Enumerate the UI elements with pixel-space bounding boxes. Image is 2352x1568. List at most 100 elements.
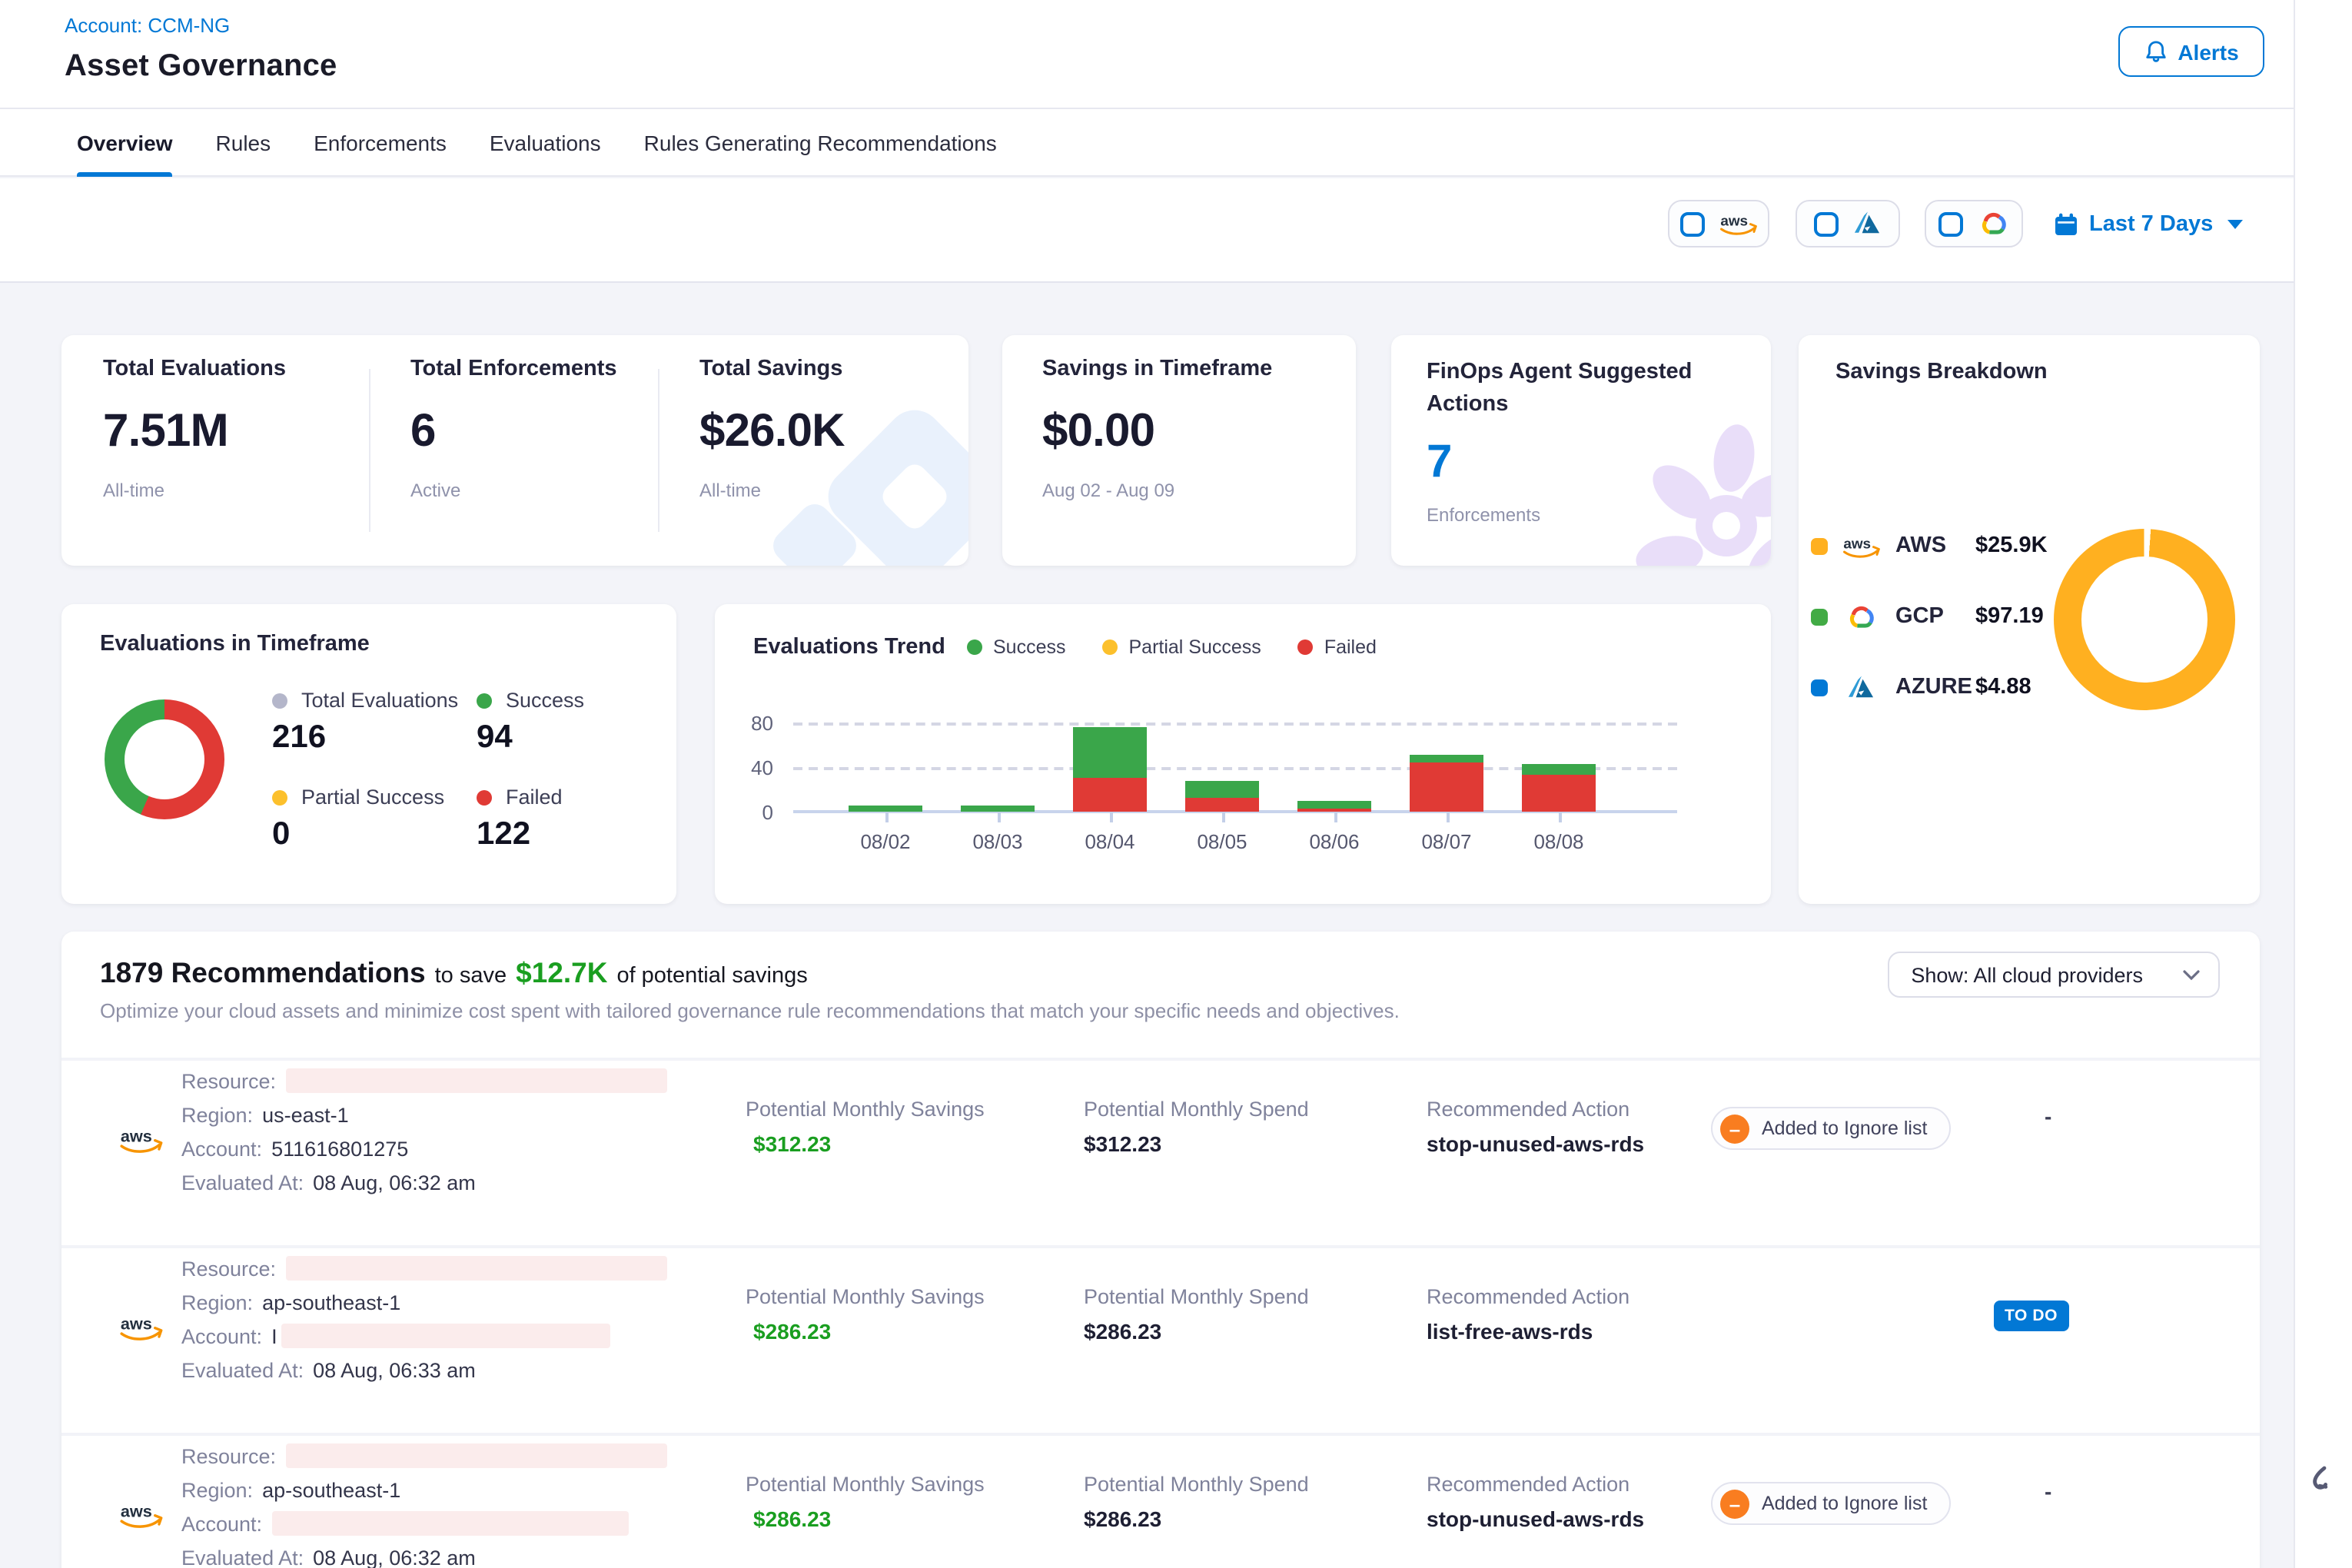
aws-logo-icon: aws — [1835, 533, 1886, 559]
x-axis-label-08/08: 08/08 — [1505, 830, 1613, 853]
y-axis-tick-80: 80 — [727, 712, 773, 735]
total-evaluations-value: 7.51M — [103, 406, 286, 458]
evaluations-trend-title: Evaluations Trend — [753, 635, 945, 659]
recommendations-count: 1879 Recommendations — [100, 956, 426, 990]
savings-breakdown-legend: awsAWS$25.9KGCP$97.19AZURE$4.88 — [1811, 526, 2048, 707]
chevron-down-icon — [2227, 219, 2242, 228]
y-axis-tick-0: 0 — [727, 801, 773, 824]
bar-segment-failed — [1410, 762, 1483, 812]
calendar-icon — [2054, 211, 2078, 236]
legend-swatch — [1811, 608, 1828, 625]
total-evaluations-caption: All-time — [103, 480, 286, 501]
aws-logo-icon: aws — [118, 1125, 164, 1162]
tab-rules-generating-recommendations[interactable]: Rules Generating Recommendations — [644, 108, 997, 176]
alerts-button-label: Alerts — [2178, 39, 2238, 64]
potential-monthly-savings: Potential Monthly Savings $312.23 — [746, 1098, 985, 1156]
resource-details: Resource: Region:ap-southeast-1 Account:… — [181, 1251, 666, 1387]
recommendation-row[interactable]: aws Resource: Region:ap-southeast-1 Acco… — [61, 1433, 2260, 1568]
svg-text:aws: aws — [121, 1502, 152, 1521]
alerts-button[interactable]: Alerts — [2118, 26, 2264, 77]
legend-label: Partial Success — [1129, 636, 1261, 658]
azure-checkbox[interactable] — [1814, 211, 1839, 236]
page-header: Account: CCM-NG Asset Governance Alerts — [0, 0, 2294, 109]
savings-in-timeframe-card: Savings in Timeframe $0.00 Aug 02 - Aug … — [1002, 335, 1356, 566]
gcp-logo-icon — [1835, 603, 1886, 630]
legend-value: 0 — [272, 816, 477, 853]
date-range-picker[interactable]: Last 7 Days — [2054, 200, 2242, 247]
potential-monthly-savings: Potential Monthly Savings $286.23 — [746, 1285, 985, 1344]
savings-timeframe-caption: Aug 02 - Aug 09 — [1042, 480, 1272, 501]
divider — [369, 369, 370, 532]
recommendations-list: aws Resource: Region:us-east-1 Account:5… — [61, 1058, 2260, 1568]
x-axis-label-08/07: 08/07 — [1393, 830, 1500, 853]
provider-filter-aws[interactable]: aws — [1668, 200, 1769, 247]
evaluations-legend: Total Evaluations216Success94Partial Suc… — [272, 689, 584, 853]
potential-monthly-spend: Potential Monthly Spend $286.23 — [1084, 1285, 1309, 1344]
provider-filter-azure[interactable] — [1796, 200, 1900, 247]
redacted-resource — [285, 1256, 666, 1281]
evaluations-legend-item-failed: Failed122 — [477, 786, 584, 853]
aws-checkbox[interactable] — [1679, 211, 1704, 236]
legend-dot — [967, 639, 982, 655]
bar-segment-failed — [1522, 775, 1596, 812]
x-axis-tick — [1110, 812, 1112, 822]
trend-bar-08/06 — [1297, 802, 1371, 812]
aws-logo-icon: aws — [118, 1313, 164, 1350]
recommendation-row[interactable]: aws Resource: Region:us-east-1 Account:5… — [61, 1058, 2260, 1245]
legend-dot — [272, 789, 287, 805]
legend-dot — [477, 789, 492, 805]
minus-circle-icon: – — [1720, 1114, 1749, 1143]
todo-status-badge: TO DO — [1994, 1301, 2068, 1331]
cursor-glyph — [2306, 1463, 2340, 1510]
recommended-action: Recommended Action stop-unused-aws-rds — [1427, 1098, 1644, 1156]
legend-label: Success — [506, 689, 584, 712]
svg-text:aws: aws — [121, 1314, 152, 1334]
x-axis-tick — [1334, 812, 1337, 822]
right-rail — [2294, 0, 2352, 1568]
gcp-checkbox[interactable] — [1938, 211, 1963, 236]
x-axis-tick — [998, 812, 1000, 822]
bar-segment-success — [961, 806, 1035, 812]
recommendations-subtitle: Optimize your cloud assets and minimize … — [100, 999, 1400, 1022]
total-savings-caption: All-time — [699, 480, 845, 501]
evaluations-trend-card: Evaluations Trend SuccessPartial Success… — [715, 604, 1771, 904]
legend-provider-value: $97.19 — [1975, 604, 2044, 629]
tab-overview[interactable]: Overview — [77, 108, 173, 176]
ignore-pill-label: Added to Ignore list — [1762, 1493, 1927, 1514]
tab-evaluations[interactable]: Evaluations — [490, 108, 601, 176]
added-to-ignore-list-pill[interactable]: –Added to Ignore list — [1711, 1482, 1951, 1525]
trend-bar-08/05 — [1185, 782, 1259, 812]
breakdown-legend-item-gcp: GCP$97.19 — [1811, 596, 2048, 636]
show-cloud-providers-dropdown[interactable]: Show: All cloud providers — [1888, 952, 2220, 998]
trend-plot: 08/0208/0308/0408/0508/0608/0708/08 — [793, 723, 1716, 812]
tab-rules[interactable]: Rules — [216, 108, 271, 176]
added-to-ignore-list-pill[interactable]: –Added to Ignore list — [1711, 1107, 1951, 1150]
legend-swatch — [1811, 679, 1828, 696]
total-enforcements-caption: Active — [410, 480, 617, 501]
asset-governance-page: Account: CCM-NG Asset Governance Alerts … — [0, 0, 2352, 1568]
redacted-resource — [285, 1443, 666, 1468]
recommended-action: Recommended Action list-free-aws-rds — [1427, 1285, 1629, 1344]
breakdown-legend-item-azure: AZURE$4.88 — [1811, 667, 2048, 707]
empty-value-dash: - — [2045, 1104, 2051, 1128]
recommended-action: Recommended Action stop-unused-aws-rds — [1427, 1473, 1644, 1531]
x-axis-tick — [1447, 812, 1449, 822]
legend-dot — [477, 693, 492, 708]
redacted-account — [271, 1511, 628, 1536]
x-axis-tick — [1559, 812, 1561, 822]
x-axis-label-08/03: 08/03 — [944, 830, 1051, 853]
finops-title: FinOps Agent Suggested Actions — [1427, 357, 1719, 421]
gcp-logo-icon — [1977, 211, 2009, 237]
total-savings-value: $26.0K — [699, 406, 845, 458]
recommendation-row[interactable]: aws Resource: Region:ap-southeast-1 Acco… — [61, 1245, 2260, 1433]
trend-legend-item-failed: Failed — [1298, 636, 1377, 658]
x-axis-tick — [1222, 812, 1224, 822]
recommendations-amount: $12.7K — [516, 956, 607, 990]
x-axis-label-08/06: 08/06 — [1281, 830, 1388, 853]
x-axis-label-08/05: 08/05 — [1168, 830, 1276, 853]
account-breadcrumb-link[interactable]: Account: CCM-NG — [65, 14, 230, 37]
tab-enforcements[interactable]: Enforcements — [314, 108, 447, 176]
evaluations-legend-item-partial-success: Partial Success0 — [272, 786, 477, 853]
provider-filter-gcp[interactable] — [1925, 200, 2023, 247]
tab-bar: Overview Rules Enforcements Evaluations … — [0, 109, 2294, 177]
